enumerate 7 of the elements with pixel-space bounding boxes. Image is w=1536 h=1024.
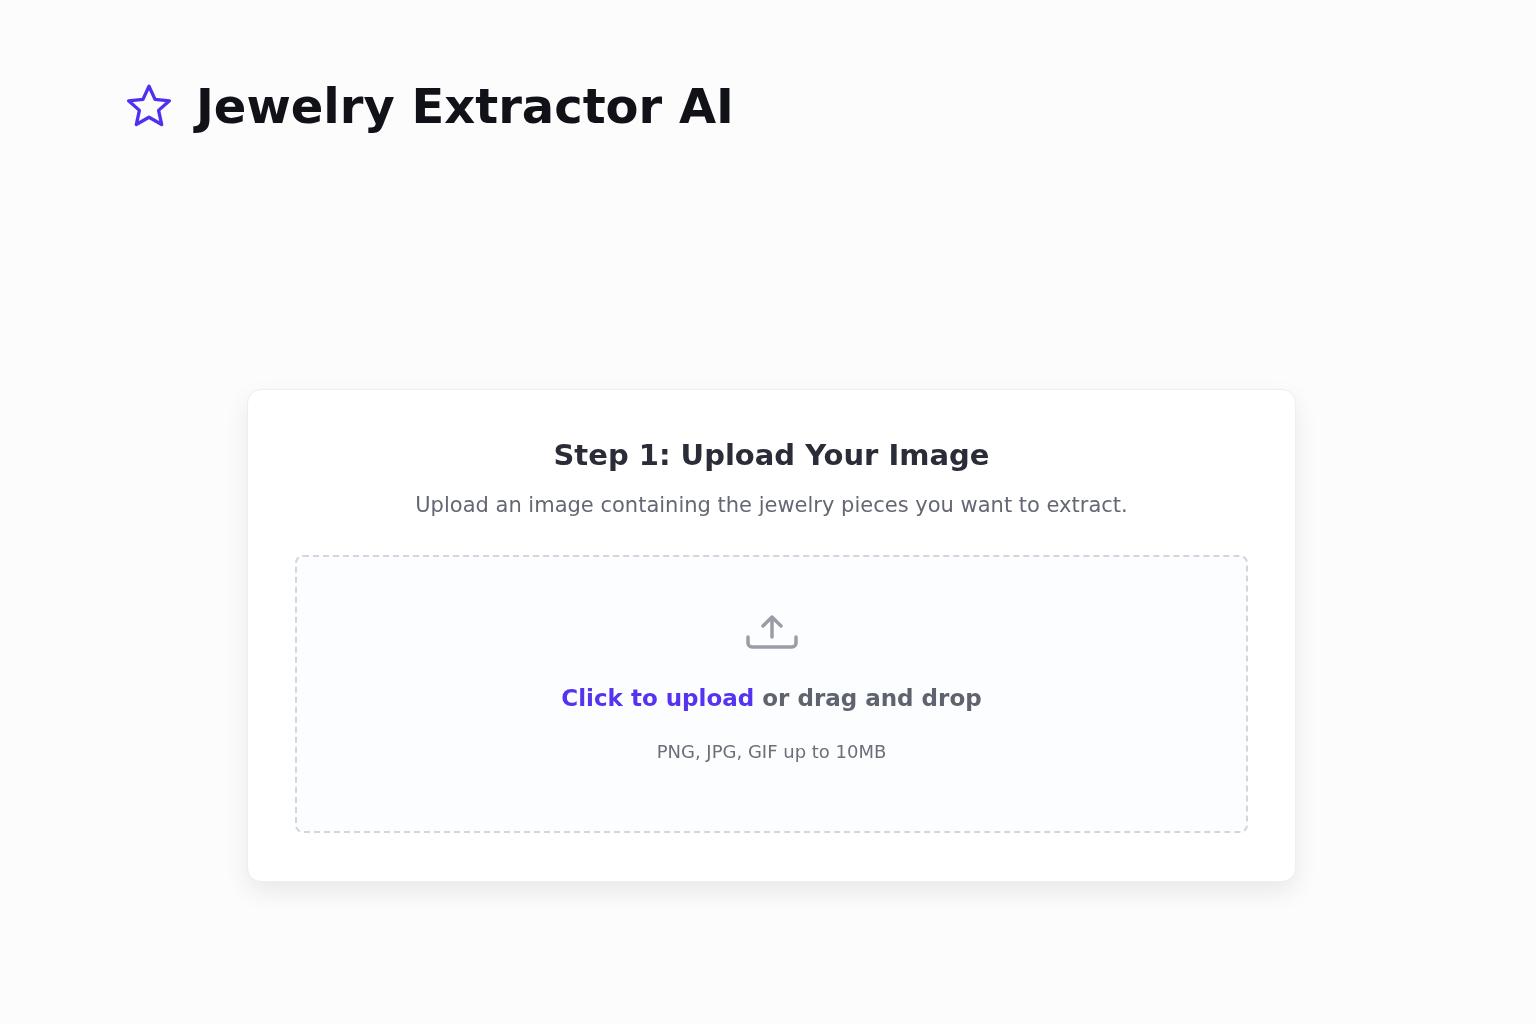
upload-link[interactable]: Click to upload (561, 685, 755, 712)
upload-dropzone[interactable]: Click to upload or drag and drop PNG, JPG, GIF up to 10MB (295, 555, 1248, 833)
upload-instruction: Click to upload or drag and drop (561, 684, 982, 714)
file-type-hint: PNG, JPG, GIF up to 10MB (656, 739, 887, 764)
card-title: Step 1: Upload Your Image (553, 437, 990, 474)
upload-icon (744, 615, 799, 652)
card-description: Upload an image containing the jewelry pieces you want to extract. (415, 491, 1128, 519)
